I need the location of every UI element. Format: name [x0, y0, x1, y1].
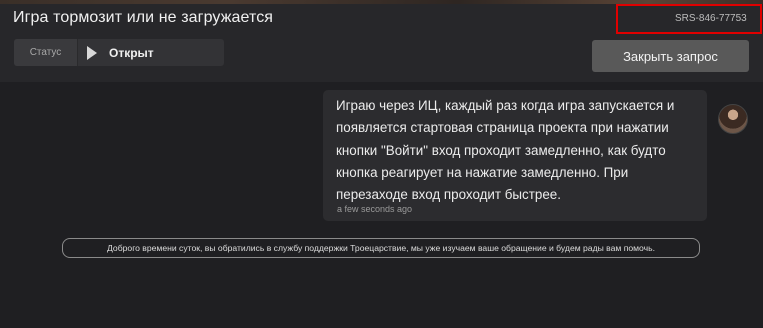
play-icon: [87, 46, 97, 60]
status-label: Статус: [14, 39, 77, 66]
ticket-title: Игра тормозит или не загружается: [13, 9, 274, 26]
status-value: Открыт: [109, 46, 154, 60]
ticket-id: SRS-846-77753: [675, 13, 747, 24]
system-notice: Доброго времени суток, вы обратились в с…: [62, 238, 700, 258]
message-timestamp: a few seconds ago: [337, 204, 413, 214]
status-divider: [77, 39, 78, 66]
user-avatar: [718, 104, 748, 134]
close-request-button[interactable]: Закрыть запрос: [592, 40, 749, 72]
message-text: Играю через ИЦ, каждый раз когда игра за…: [336, 98, 675, 203]
